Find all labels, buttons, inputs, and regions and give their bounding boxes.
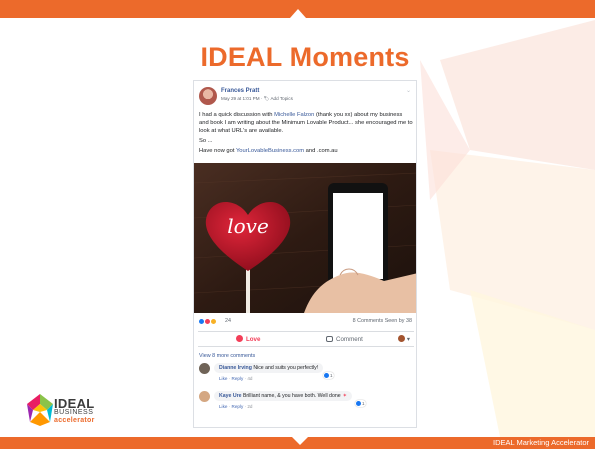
comment-reply-link[interactable]: Reply — [232, 404, 244, 409]
love-label: Love — [246, 336, 261, 343]
comment-meta: Like · Reply · 2d — [219, 404, 253, 409]
post-header: Frances Pratt May 29 at 1:01 PM · 🏷 Add … — [199, 87, 413, 109]
comment-bubble: Dianne Irving Nice and suits you perfect… — [214, 363, 324, 373]
commenter-name[interactable]: Dianne Irving — [219, 365, 252, 371]
slide: IDEAL Moments Frances Pratt May 29 at 1:… — [0, 0, 595, 449]
comment-meta: Like · Reply · 4d — [219, 376, 253, 381]
mini-avatar-icon — [397, 335, 405, 342]
comment-time: 4d — [247, 376, 253, 381]
like-icon — [356, 401, 361, 406]
lollipop-text: love — [227, 214, 269, 238]
post-text: Have now got — [199, 148, 236, 155]
comment-item: Kaye Ure Brilliant name, & you have both… — [199, 391, 413, 415]
comment-like-count: 1 — [362, 401, 365, 406]
comment-like-count: 1 — [330, 373, 333, 378]
post-paragraph-2: So ... — [199, 137, 213, 144]
facebook-post: Frances Pratt May 29 at 1:01 PM · 🏷 Add … — [193, 80, 417, 428]
post-paragraph-3: Have now got YourLovableBusiness.com and… — [199, 148, 413, 156]
comment-item: Dianne Irving Nice and suits you perfect… — [199, 363, 413, 387]
slide-title: IDEAL Moments — [200, 42, 410, 72]
post-meta: May 29 at 1:01 PM · 🏷 Add Topics — [221, 96, 293, 101]
comment-label: Comment — [336, 336, 363, 343]
view-more-comments-link[interactable]: View 8 more comments — [199, 353, 255, 359]
reaction-count[interactable]: 24 — [225, 318, 231, 324]
action-bar: Love Comment ▾ — [198, 331, 414, 347]
chevron-down-icon[interactable]: ⌄ — [406, 87, 411, 94]
comment-text: Nice and suits you perfectly! — [251, 365, 319, 371]
comment-icon — [326, 336, 333, 342]
ideal-business-accelerator-logo: IDEAL BUSINESS accelerator — [27, 392, 137, 432]
reaction-icons[interactable] — [198, 318, 224, 326]
author-name[interactable]: Frances Pratt — [221, 88, 259, 94]
comment-reply-link[interactable]: Reply — [232, 376, 244, 381]
post-paragraph-1: I had a quick discussion with Michelle F… — [199, 112, 413, 135]
footer-text: IDEAL Marketing Accelerator — [492, 438, 589, 447]
heart-icon — [236, 335, 243, 342]
post-body: I had a quick discussion with Michelle F… — [199, 112, 413, 158]
commenter-avatar[interactable] — [199, 363, 210, 374]
comment-like-badge[interactable]: 1 — [355, 400, 366, 407]
author-avatar[interactable] — [199, 87, 217, 105]
post-text: and .com.au — [304, 148, 338, 155]
bottom-notch — [292, 437, 308, 445]
comment-text: Brilliant name, & you have both. Well do… — [241, 393, 341, 399]
comment-time: 2d — [247, 404, 253, 409]
url-link[interactable]: YourLovableBusiness.com — [236, 148, 304, 154]
mention-link[interactable]: Michelle Falzon — [274, 112, 314, 118]
like-icon — [324, 373, 329, 378]
comment-like-badge[interactable]: 1 — [323, 372, 334, 379]
comment-bubble: Kaye Ure Brilliant name, & you have both… — [214, 391, 352, 401]
comments-seen-summary[interactable]: 8 Comments Seen by 38 — [353, 318, 412, 324]
post-photo[interactable]: love — [194, 163, 416, 313]
comment-like-link[interactable]: Like — [219, 376, 227, 381]
reaction-bar: 24 8 Comments Seen by 38 — [198, 317, 414, 327]
comment-like-link[interactable]: Like — [219, 404, 227, 409]
love-emoji-icon: ✶ — [342, 393, 347, 399]
commenter-name[interactable]: Kaye Ure — [219, 393, 242, 399]
dropdown-caret: ▾ — [406, 336, 410, 343]
reaction-selector-button[interactable]: ▾ — [397, 335, 410, 345]
logo-accelerator: accelerator — [54, 417, 95, 424]
logo-mark-icon — [27, 394, 53, 426]
wow-icon — [210, 318, 217, 325]
post-text: I had a quick discussion with — [199, 112, 275, 118]
comment-button[interactable]: Comment — [326, 335, 363, 345]
heart-lollipop-and-phone-image: love — [194, 163, 416, 313]
commenter-avatar[interactable] — [199, 391, 210, 402]
love-button[interactable]: Love — [236, 335, 260, 345]
logo-business: BUSINESS — [54, 409, 94, 416]
top-notch — [290, 9, 306, 18]
